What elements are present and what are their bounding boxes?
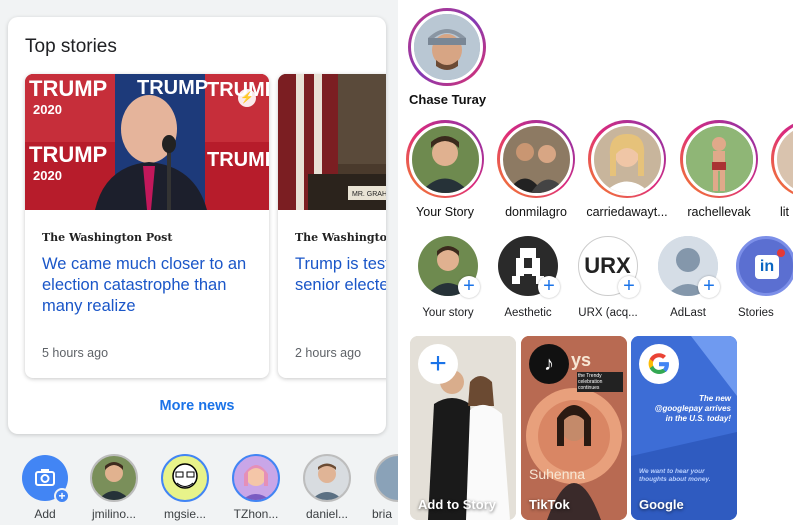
story-label: donmilagro [505,205,567,219]
google-tile[interactable]: The new @googlepay arrives in the U.S. t… [631,336,737,520]
story-label: TZhon... [233,507,279,521]
stories-carousel: + Add jmilino... mgsie... TZhon... danie… [0,448,398,525]
linkedin-icon: in [755,255,779,279]
screen: Top stories TRUMP 2020 TRUMP TRUMP TRUMP… [0,0,793,525]
profile-avatar[interactable] [408,8,486,86]
story-image: MR. GRAHAM [278,74,386,210]
publisher-name: The Washington Post [42,231,173,244]
story-headline[interactable]: Trump is test democracy. N senior electe… [295,254,386,296]
top-stories-title: Top stories [25,36,117,57]
tiktok-tile[interactable]: ♪ ys the Trendy celebration continues Su… [521,336,627,520]
story-label: Stories [738,307,774,319]
add-to-story-tile[interactable]: + Add to Story [410,336,516,520]
story-card[interactable]: MR. GRAHAM The Washington Post Trump is … [278,74,386,378]
avatar[interactable] [90,454,138,502]
top-stories-card: Top stories TRUMP 2020 TRUMP TRUMP TRUMP… [8,17,386,434]
google-g-icon [639,344,679,384]
story-label: rachellevak [687,205,751,219]
story-label: lit [780,205,790,219]
story-card[interactable]: TRUMP 2020 TRUMP TRUMP TRUMP 2020 TRUMP … [25,74,269,378]
overlay-note: the Trendy celebration continues [577,372,623,392]
story-label: bria [371,507,392,521]
story-label: AdLast [670,307,706,319]
avatar[interactable] [161,454,209,502]
add-plus-icon[interactable]: + [458,276,480,298]
story-label: Your Story [416,205,474,219]
overlay-name: Suhenna [529,466,586,482]
story-image: TRUMP 2020 TRUMP TRUMP TRUMP 2020 TRUMP … [25,74,269,210]
svg-text:TRUMP: TRUMP [207,149,269,171]
add-plus-icon[interactable]: + [618,276,640,298]
amp-lightning-icon: ⚡ [238,89,256,107]
overlay-text: The new @googlepay arrives in the U.S. t… [654,394,731,423]
instagram-story[interactable] [588,120,666,198]
avatar[interactable] [303,454,351,502]
overlay-subtext: We want to hear your thoughts about mone… [639,468,711,483]
story-label: carriedawayt... [586,205,668,219]
tile-label: Add to Story [418,497,496,512]
tiktok-icon: ♪ [529,344,569,384]
svg-text:TRUMP: TRUMP [29,142,107,167]
story-headline[interactable]: We came much closer to an election catas… [42,254,257,317]
add-plus-icon[interactable]: + [538,276,560,298]
publisher-name: The Washington Post [295,231,386,244]
story-label: mgsie... [163,507,206,521]
story-label: jmilino... [91,507,136,521]
instagram-story[interactable] [680,120,758,198]
add-label: Add [34,507,56,521]
more-news-link[interactable]: More news [8,398,386,414]
svg-text:MR. GRAHAM: MR. GRAHAM [352,191,386,198]
story-label: daniel... [305,507,349,521]
tile-label: Google [639,497,684,512]
story-time: 2 hours ago [295,346,362,360]
profile-name: Chase Turay [409,92,487,107]
sign-text: TRUMP [29,76,107,101]
google-feed: Top stories TRUMP 2020 TRUMP TRUMP TRUMP… [0,0,398,525]
svg-text:2020: 2020 [33,102,62,117]
story-time: 5 hours ago [42,346,109,360]
avatar[interactable] [232,454,280,502]
plus-icon: + [54,488,70,504]
add-icon[interactable]: + [418,344,458,384]
overlay-title: ys [571,350,592,370]
add-plus-icon[interactable]: + [698,276,720,298]
instagram-story[interactable] [771,120,793,198]
instagram-story[interactable] [497,120,575,198]
story-label: Aesthetic [504,307,552,319]
story-label: URX (acq... [578,307,638,319]
story-label: Your story [422,307,474,319]
instagram-story[interactable] [406,120,484,198]
tile-label: TikTok [529,497,570,512]
svg-text:2020: 2020 [33,168,62,183]
notification-dot [777,249,785,257]
avatar[interactable] [374,454,398,502]
google-story-linkedin[interactable]: in [736,236,793,296]
stories-panel: Chase Turay Your Story donmilagro carrie… [398,0,793,525]
